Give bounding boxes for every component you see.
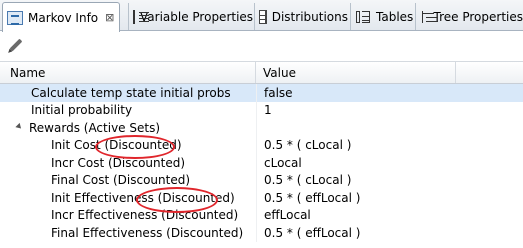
tab-tables[interactable]: Tables [350, 3, 414, 30]
tab-variable-properties[interactable]: Variable Properties [128, 3, 254, 30]
table-header: Name Value [0, 61, 523, 84]
table-row[interactable]: Init Cost (Discounted) 0.5 * ( cLocal ) [0, 136, 523, 154]
table-row[interactable]: Initial probability 1 [0, 101, 523, 119]
expand-triangle-icon[interactable] [15, 123, 24, 131]
property-value[interactable]: 0.5 * ( cLocal ) [256, 136, 523, 154]
property-value [256, 119, 523, 137]
property-name: Incr Effectiveness (Discounted) [51, 208, 239, 223]
table-row[interactable]: Incr Effectiveness (Discounted) effLocal [0, 206, 523, 224]
table-row[interactable]: Incr Cost (Discounted) cLocal [0, 154, 523, 172]
property-value[interactable]: 0.5 * ( effLocal ) [256, 189, 523, 207]
column-header-name[interactable]: Name [0, 62, 256, 83]
tab-label: Tree Properties [433, 9, 523, 24]
property-name: Init Cost (Discounted) [51, 138, 182, 153]
view-toolbar [0, 32, 523, 60]
tab-distributions[interactable]: Distributions [254, 3, 348, 30]
table-row[interactable]: Final Effectiveness (Discounted) 0.5 * (… [0, 224, 523, 242]
distributions-icon [259, 9, 267, 24]
property-name: Final Cost (Discounted) [51, 173, 191, 188]
column-header-value[interactable]: Value [256, 62, 456, 83]
property-name: Rewards (Active Sets) [29, 120, 161, 135]
property-name: Incr Cost (Discounted) [51, 155, 186, 170]
property-name: Final Effectiveness (Discounted) [51, 225, 244, 240]
view-tab-bar: Markov Info ⊠ Variable Properties Distri… [0, 0, 523, 32]
markov-icon [7, 10, 23, 25]
pencil-icon[interactable] [9, 38, 23, 52]
variable-properties-icon [133, 9, 149, 24]
property-value[interactable]: cLocal [256, 154, 523, 172]
table-row[interactable]: Init Effectiveness (Discounted) 0.5 * ( … [0, 189, 523, 207]
property-value[interactable]: 1 [256, 101, 523, 119]
property-value[interactable]: effLocal [256, 206, 523, 224]
tables-icon [355, 10, 371, 24]
table-row[interactable]: Rewards (Active Sets) [0, 119, 523, 137]
property-value[interactable]: false [256, 84, 523, 102]
tab-label: Distributions [271, 9, 348, 24]
property-group: Rewards (Active Sets) [0, 119, 256, 137]
property-value[interactable]: 0.5 * ( effLocal ) [256, 224, 523, 242]
tab-tree-properties[interactable]: Tree Properties [415, 3, 523, 30]
table-row[interactable]: Final Cost (Discounted) 0.5 * ( cLocal ) [0, 171, 523, 189]
tab-label: Tables [376, 9, 414, 24]
property-name: Calculate temp state initial probs [31, 85, 231, 100]
tab-label: Variable Properties [140, 9, 254, 24]
tab-label: Markov Info [28, 10, 99, 25]
tree-properties-icon [420, 10, 434, 24]
property-name: Initial probability [31, 103, 133, 118]
table-row[interactable]: Calculate temp state initial probs false [0, 84, 523, 102]
close-icon[interactable]: ⊠ [105, 12, 114, 23]
tab-markov-info[interactable]: Markov Info ⊠ [2, 2, 120, 32]
property-name: Init Effectiveness (Discounted) [51, 190, 235, 205]
property-value[interactable]: 0.5 * ( cLocal ) [256, 171, 523, 189]
property-table: Name Value Calculate temp state initial … [0, 61, 523, 242]
